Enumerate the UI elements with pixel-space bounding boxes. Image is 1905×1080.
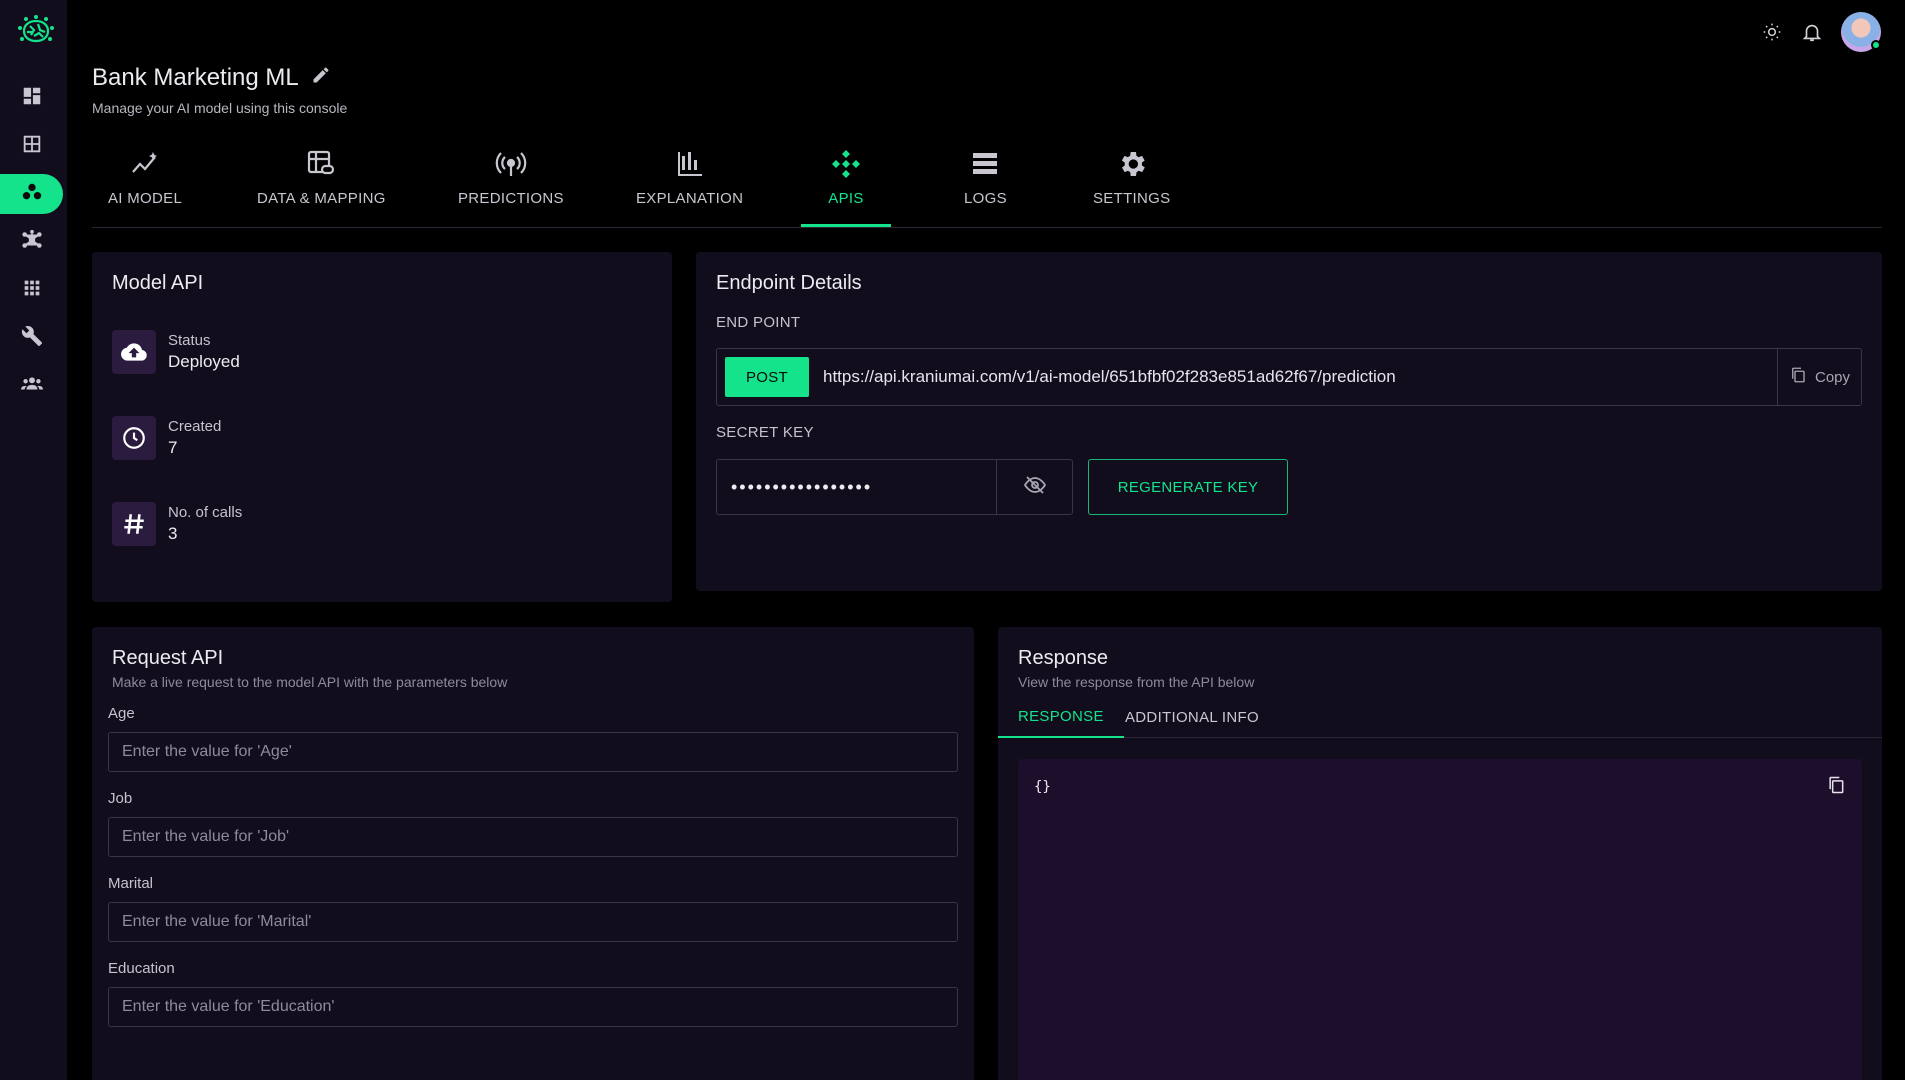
network-icon — [21, 229, 43, 256]
response-tabs: RESPONSE ADDITIONAL INFO — [998, 697, 1882, 738]
stat-created: Created 7 — [112, 416, 221, 460]
model-api-card: Model API Status Deployed Created 7 No. … — [92, 252, 672, 602]
secret-key-value[interactable]: ••••••••••••••••• — [717, 477, 996, 498]
clock-icon — [112, 416, 156, 460]
field-label: Job — [108, 790, 133, 807]
endpoint-label: END POINT — [716, 314, 801, 331]
brain-logo-icon[interactable] — [16, 14, 56, 48]
tab-label: AI MODEL — [108, 190, 183, 207]
avatar[interactable] — [1841, 12, 1881, 52]
field-job: Job — [108, 790, 958, 857]
predictions-icon — [495, 148, 527, 184]
response-subtitle: View the response from the API below — [1018, 674, 1255, 690]
endpoint-url[interactable]: https://api.kraniumai.com/v1/ai-model/65… — [823, 367, 1777, 387]
stat-label: No. of calls — [168, 504, 243, 521]
grid-icon — [21, 133, 43, 160]
stat-status: Status Deployed — [112, 330, 240, 374]
field-label: Education — [108, 960, 175, 977]
sidebar-item-dashboard[interactable] — [0, 78, 63, 118]
page-subtitle: Manage your AI model using this console — [92, 100, 348, 116]
secret-key-label: SECRET KEY — [716, 424, 814, 441]
sidebar — [0, 0, 67, 1080]
explanation-icon — [674, 148, 706, 184]
stat-value: 7 — [168, 438, 178, 457]
field-education: Education — [108, 960, 958, 1027]
sidebar-item-apps[interactable] — [0, 270, 63, 310]
copy-url-button[interactable]: Copy — [1777, 349, 1861, 405]
tab-label: DATA & MAPPING — [257, 190, 386, 207]
model-api-title: Model API — [112, 272, 204, 294]
endpoint-field: POST https://api.kraniumai.com/v1/ai-mod… — [716, 348, 1862, 406]
stat-calls: No. of calls 3 — [112, 502, 242, 546]
request-subtitle: Make a live request to the model API wit… — [112, 674, 508, 690]
field-label: Marital — [108, 875, 154, 892]
marital-input[interactable] — [108, 902, 958, 942]
apis-icon — [830, 148, 862, 184]
team-icon — [20, 373, 43, 400]
sidebar-item-grid[interactable] — [0, 126, 63, 166]
field-label: Age — [108, 705, 135, 722]
pencil-icon[interactable] — [311, 64, 331, 92]
tab-data-mapping[interactable]: DATA & MAPPING — [257, 148, 386, 227]
toggle-visibility-button[interactable] — [996, 460, 1072, 514]
tab-label: SETTINGS — [1093, 190, 1171, 207]
response-json: {} — [1034, 779, 1051, 795]
response-body: {} — [1018, 759, 1862, 1080]
sidebar-item-models[interactable] — [0, 174, 63, 214]
sidebar-item-team[interactable] — [0, 366, 63, 406]
endpoint-details-card: Endpoint Details END POINT POST https://… — [696, 252, 1882, 591]
tab-label: APIS — [828, 190, 864, 207]
copy-label: Copy — [1814, 368, 1851, 386]
cloud-upload-icon — [112, 330, 156, 374]
tab-explanation[interactable]: EXPLANATION — [636, 148, 743, 227]
job-input[interactable] — [108, 817, 958, 857]
settings-icon — [1116, 148, 1148, 184]
response-title: Response — [1018, 647, 1109, 669]
tab-settings[interactable]: SETTINGS — [1093, 148, 1170, 227]
education-input[interactable] — [108, 987, 958, 1027]
secret-key-field: ••••••••••••••••• — [716, 459, 1073, 515]
eye-off-icon — [1023, 473, 1047, 502]
request-title: Request API — [112, 647, 224, 669]
endpoint-title: Endpoint Details — [716, 272, 862, 294]
field-age: Age — [108, 705, 958, 772]
copy-icon — [1789, 366, 1807, 388]
method-badge: POST — [725, 357, 809, 397]
dashboard-icon — [21, 85, 43, 112]
wrench-icon — [21, 325, 43, 352]
regenerate-key-button[interactable]: REGENERATE KEY — [1088, 459, 1288, 515]
top-bar-actions — [1761, 12, 1881, 52]
apps-icon — [21, 277, 43, 304]
response-card: Response View the response from the API … — [998, 627, 1882, 1080]
age-input[interactable] — [108, 732, 958, 772]
logs-icon — [969, 148, 1001, 184]
tab-label: EXPLANATION — [636, 190, 744, 207]
hash-icon — [112, 502, 156, 546]
page-title-text: Bank Marketing ML — [92, 64, 299, 91]
tab-label: LOGS — [964, 190, 1007, 207]
field-marital: Marital — [108, 875, 958, 942]
models-icon — [21, 181, 43, 208]
page-title: Bank Marketing ML — [92, 64, 331, 92]
stat-label: Status — [168, 332, 211, 349]
tab-label: PREDICTIONS — [458, 190, 564, 207]
main-tabs: AI MODEL DATA & MAPPING PREDICTIONS EXPL… — [92, 148, 1882, 228]
tab-additional-info[interactable]: ADDITIONAL INFO — [1105, 697, 1279, 738]
sidebar-item-tools[interactable] — [0, 318, 63, 358]
request-api-card: Request API Make a live request to the m… — [92, 627, 974, 1080]
tab-predictions[interactable]: PREDICTIONS — [458, 148, 564, 227]
stat-value: Deployed — [168, 352, 240, 371]
sidebar-item-network[interactable] — [0, 222, 63, 262]
tab-logs[interactable]: LOGS — [964, 148, 1007, 227]
stat-label: Created — [168, 418, 222, 435]
online-status-dot — [1871, 40, 1881, 50]
data-mapping-icon — [305, 148, 337, 184]
copy-icon[interactable] — [1826, 775, 1846, 795]
brightness-icon[interactable] — [1761, 21, 1783, 43]
tab-ai-model[interactable]: AI MODEL — [108, 148, 182, 227]
tab-apis[interactable]: APIS — [801, 148, 891, 227]
stat-value: 3 — [168, 524, 178, 543]
ai-model-icon — [129, 148, 161, 184]
bell-icon[interactable] — [1801, 21, 1823, 43]
